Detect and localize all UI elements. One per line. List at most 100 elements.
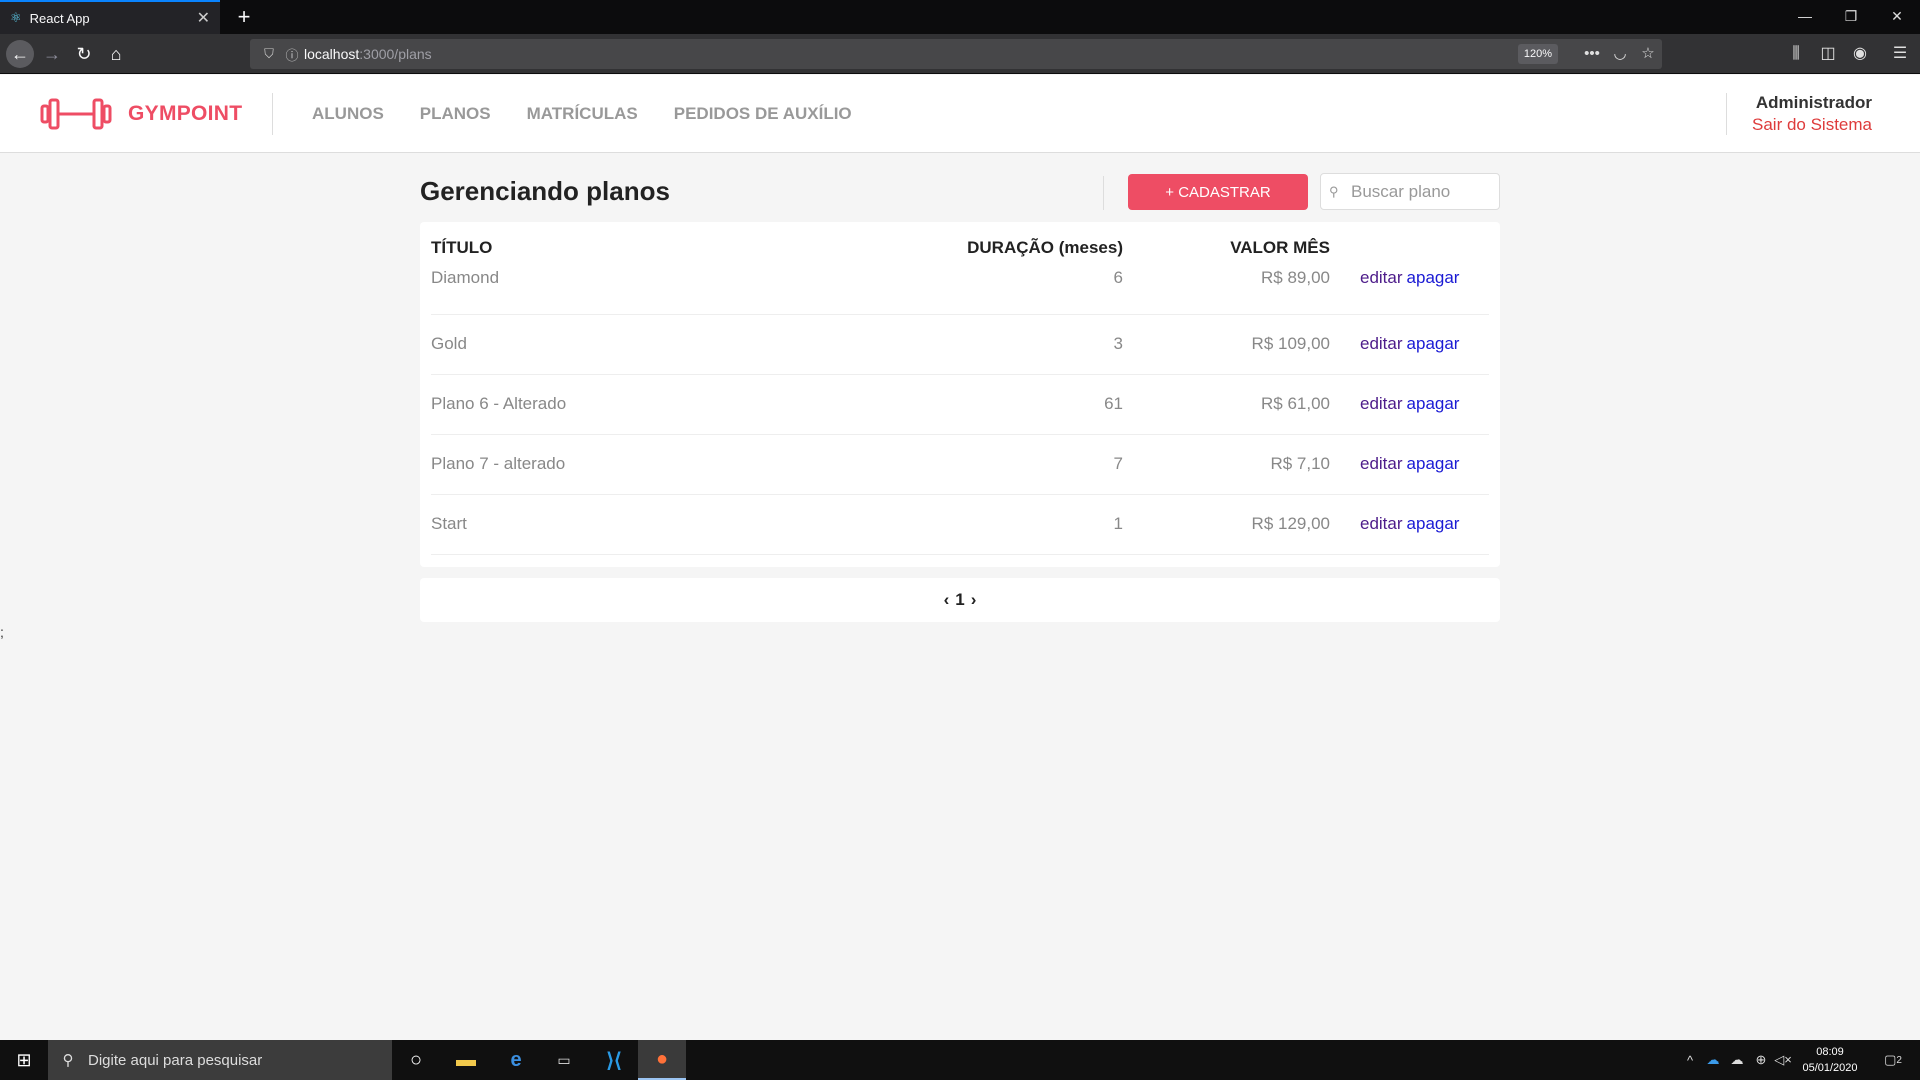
app-header: GYMPOINT ALUNOS PLANOS MATRÍCULAS PEDIDO… (0, 75, 1920, 153)
plan-title: Gold (431, 314, 931, 375)
cortana-icon[interactable]: ○ (392, 1040, 440, 1080)
edit-link[interactable]: editar (1360, 334, 1403, 353)
library-icon[interactable]: ⫼ (1782, 40, 1810, 68)
window-close-icon[interactable]: ✕ (1874, 0, 1920, 34)
browser-tab-bar: ⚛ React App ✕ + — ❐ ✕ (0, 0, 1920, 34)
nav-item-planos[interactable]: PLANOS (420, 104, 491, 124)
pocket-icon[interactable]: ◡ (1608, 43, 1632, 65)
more-icon[interactable]: ••• (1580, 43, 1604, 65)
delete-link[interactable]: apagar (1407, 454, 1460, 473)
notification-icon[interactable]: ▢ 2 (1878, 1040, 1908, 1080)
table-row: Gold 3 R$ 109,00 editar apagar (431, 314, 1489, 375)
plan-title: Start (431, 494, 931, 555)
nav-item-pedidos[interactable]: PEDIDOS DE AUXÍLIO (674, 104, 852, 124)
terminal-icon[interactable]: ▭ (540, 1040, 588, 1080)
delete-link[interactable]: apagar (1407, 394, 1460, 413)
table-row: Start 1 R$ 129,00 editar apagar (431, 494, 1489, 555)
star-icon[interactable]: ☆ (1636, 43, 1660, 65)
logo-text: GYMPOINT (128, 102, 243, 125)
taskbar-clock[interactable]: 08:09 05/01/2020 (1790, 1044, 1870, 1076)
back-icon[interactable]: ← (6, 40, 34, 68)
search-input[interactable] (1351, 181, 1491, 202)
menu-icon[interactable]: ☰ (1886, 40, 1914, 68)
edit-link[interactable]: editar (1360, 268, 1403, 287)
table-row: Plano 7 - alterado 7 R$ 7,10 editar apaga… (431, 434, 1489, 495)
column-header-title: TÍTULO (431, 238, 493, 257)
cloud-icon[interactable]: ☁ (1726, 1040, 1748, 1080)
delete-link[interactable]: apagar (1407, 514, 1460, 533)
onedrive-icon[interactable]: ☁ (1702, 1040, 1724, 1080)
plan-price: R$ 7,10 (1123, 434, 1330, 495)
nav-item-alunos[interactable]: ALUNOS (312, 104, 384, 124)
delete-link[interactable]: apagar (1407, 334, 1460, 353)
windows-start-icon[interactable]: ⊞ (0, 1040, 48, 1080)
current-page: 1 (955, 590, 965, 609)
home-icon[interactable]: ⌂ (102, 40, 130, 68)
next-page-button[interactable]: › (971, 590, 977, 610)
url-path: :3000/plans (359, 46, 432, 62)
account-icon[interactable]: ◉ (1846, 40, 1874, 68)
add-plan-button[interactable]: + CADASTRAR (1128, 174, 1308, 210)
user-menu: Administrador Sair do Sistema (1752, 93, 1872, 135)
plan-duration: 3 (931, 314, 1123, 375)
edge-icon[interactable]: e (492, 1040, 540, 1080)
react-favicon-icon: ⚛ (10, 10, 22, 25)
reload-icon[interactable]: ↻ (70, 40, 98, 68)
edit-link[interactable]: editar (1360, 514, 1403, 533)
table-header-row: TÍTULO DURAÇÃO (meses) VALOR MÊS (431, 232, 1489, 264)
row-actions: editar apagar (1330, 314, 1489, 375)
logout-link[interactable]: Sair do Sistema (1752, 115, 1872, 135)
clock-date: 05/01/2020 (1802, 1062, 1858, 1074)
plan-price: R$ 129,00 (1123, 494, 1330, 555)
notification-count: 2 (1896, 1054, 1902, 1066)
minimize-icon[interactable]: — (1782, 0, 1828, 34)
user-divider (1726, 93, 1727, 135)
url-bar[interactable]: ⛉ ⓘ localhost:3000/plans 120% ••• ◡ ☆ (250, 39, 1662, 69)
stray-text: ; (0, 624, 4, 640)
vscode-icon[interactable]: ⟩⟨ (590, 1040, 638, 1080)
firefox-icon[interactable]: ● (638, 1040, 686, 1080)
network-icon[interactable]: ⊕ (1750, 1040, 1772, 1080)
url-host: localhost (304, 46, 360, 62)
browser-tab[interactable]: ⚛ React App ✕ (0, 0, 220, 34)
header-divider (272, 93, 273, 135)
column-header-duration: DURAÇÃO (meses) (967, 238, 1123, 257)
sidebar-icon[interactable]: ◫ (1814, 40, 1842, 68)
plans-table: TÍTULO DURAÇÃO (meses) VALOR MÊS Diamond… (431, 232, 1489, 555)
zoom-indicator[interactable]: 120% (1518, 44, 1558, 64)
new-tab-button[interactable]: + (230, 3, 258, 31)
forward-icon[interactable]: → (38, 40, 66, 68)
search-icon: ⚲ (1329, 183, 1339, 199)
plan-price: R$ 109,00 (1123, 314, 1330, 375)
taskbar-search-placeholder: Digite aqui para pesquisar (88, 1051, 263, 1069)
plans-table-card: TÍTULO DURAÇÃO (meses) VALOR MÊS Diamond… (420, 222, 1500, 567)
tray-chevron-icon[interactable]: ^ (1680, 1040, 1700, 1080)
pagination: ‹ 1 › (420, 578, 1500, 622)
search-box: ⚲ (1320, 173, 1500, 210)
restore-icon[interactable]: ❐ (1828, 0, 1874, 34)
taskbar-search[interactable]: ⚲ Digite aqui para pesquisar (48, 1040, 392, 1080)
table-row: Diamond 6 R$ 89,00 editar apagar (431, 264, 1489, 315)
column-header-price: VALOR MÊS (1230, 238, 1330, 257)
nav-item-matriculas[interactable]: MATRÍCULAS (527, 104, 638, 124)
taskbar-search-icon: ⚲ (62, 1052, 74, 1069)
plan-duration: 7 (931, 434, 1123, 495)
shield-icon[interactable]: ⛉ (258, 46, 280, 62)
row-actions: editar apagar (1330, 264, 1489, 315)
delete-link[interactable]: apagar (1407, 268, 1460, 287)
edit-link[interactable]: editar (1360, 394, 1403, 413)
taskbar: ⊞ ⚲ Digite aqui para pesquisar ○ ▬ e ▭ ⟩… (0, 1040, 1920, 1080)
tab-close-icon[interactable]: ✕ (197, 8, 210, 28)
plan-duration: 6 (931, 264, 1123, 315)
row-actions: editar apagar (1330, 434, 1489, 495)
plan-duration: 1 (931, 494, 1123, 555)
edit-link[interactable]: editar (1360, 454, 1403, 473)
prev-page-button[interactable]: ‹ (944, 590, 950, 610)
plan-duration: 61 (931, 374, 1123, 435)
info-icon[interactable]: ⓘ (280, 45, 304, 64)
file-explorer-icon[interactable]: ▬ (442, 1040, 490, 1080)
row-actions: editar apagar (1330, 374, 1489, 435)
logo[interactable]: GYMPOINT (40, 92, 242, 136)
plan-title: Diamond (431, 264, 931, 315)
page-title: Gerenciando planos (420, 176, 670, 206)
